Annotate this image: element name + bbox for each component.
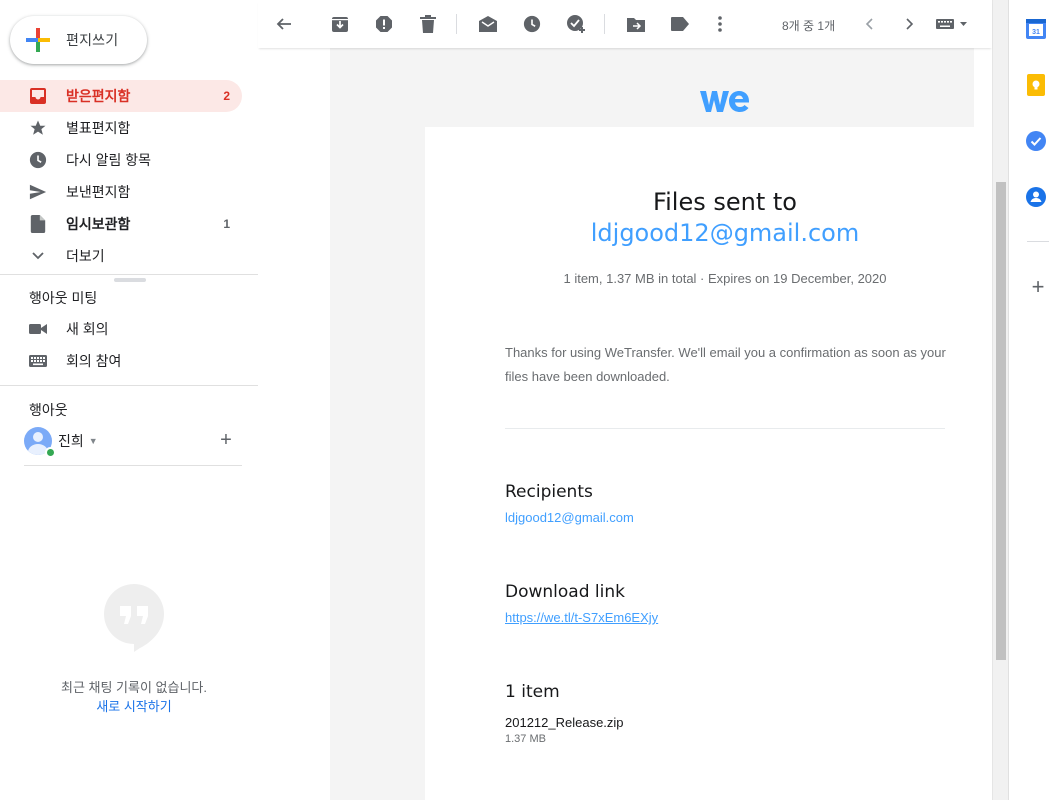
- star-icon: [28, 118, 48, 138]
- hangouts-divider: [24, 465, 242, 466]
- nav-label-drafts: 임시보관함: [66, 216, 131, 232]
- back-arrow-icon[interactable]: [274, 14, 294, 34]
- nav-item-drafts[interactable]: 임시보관함 1: [0, 208, 242, 240]
- drafts-count: 1: [223, 217, 230, 231]
- video-camera-icon: [28, 319, 48, 339]
- recipients-email[interactable]: ldjgood12@gmail.com: [505, 510, 634, 525]
- report-spam-icon[interactable]: [374, 14, 394, 34]
- nav-label-inbox: 받은편지함: [66, 88, 131, 104]
- download-link-heading: Download link: [505, 582, 625, 602]
- start-new-chat-link[interactable]: 새로 시작하기: [0, 696, 268, 715]
- hangouts-section-title: 행아웃: [29, 402, 68, 418]
- meet-divider: [0, 385, 258, 386]
- meet-section-title: 행아웃 미팅: [29, 290, 98, 306]
- keep-icon[interactable]: [1025, 74, 1047, 96]
- toolbar-separator: [604, 14, 605, 34]
- nav-label-more: 더보기: [66, 248, 105, 264]
- wetransfer-email-background: Files sent to ldjgood12@gmail.com 1 item…: [330, 48, 992, 800]
- new-meeting-label: 새 회의: [66, 321, 109, 337]
- mail-nav: 받은편지함 2 별표편지함 다시 알림 항목 보낸편지함 임시보관함 1 더보기: [0, 80, 258, 272]
- user-name: 진희: [58, 433, 84, 449]
- nav-item-sent[interactable]: 보낸편지함: [0, 176, 242, 208]
- transfer-card: Files sent to ldjgood12@gmail.com 1 item…: [425, 127, 992, 800]
- delete-icon[interactable]: [418, 14, 438, 34]
- online-status-icon: [45, 447, 56, 458]
- email-title: Files sent to: [653, 188, 797, 216]
- chevron-down-icon: [28, 246, 48, 266]
- snooze-icon[interactable]: [522, 14, 542, 34]
- chevron-right-icon[interactable]: [899, 14, 919, 34]
- left-sidebar: 편지쓰기 받은편지함 2 별표편지함 다시 알림 항목 보낸편지함 임시보관함 …: [0, 0, 258, 800]
- nav-label-starred: 별표편지함: [66, 120, 131, 136]
- resize-handle[interactable]: [114, 278, 146, 282]
- svg-text:31: 31: [1032, 29, 1040, 36]
- label-icon[interactable]: [670, 14, 690, 34]
- tasks-icon[interactable]: [1025, 130, 1047, 152]
- send-icon: [28, 182, 48, 202]
- draft-icon: [28, 214, 48, 234]
- inbox-icon: [28, 86, 48, 106]
- join-meeting-item[interactable]: 회의 참여: [0, 345, 242, 377]
- inbox-count: 2: [223, 89, 230, 103]
- input-tools-keyboard-icon[interactable]: [936, 14, 970, 34]
- mark-unread-icon[interactable]: [478, 14, 498, 34]
- side-panel: 31 +: [1008, 0, 1064, 800]
- nav-item-more[interactable]: 더보기: [0, 240, 242, 272]
- join-meeting-label: 회의 참여: [66, 353, 122, 369]
- archive-icon[interactable]: [330, 14, 350, 34]
- nav-item-inbox[interactable]: 받은편지함 2: [0, 80, 242, 112]
- get-addons-plus-icon[interactable]: +: [1027, 274, 1049, 299]
- confirmation-message: Thanks for using WeTransfer. We'll email…: [505, 345, 946, 384]
- nav-label-sent: 보낸편지함: [66, 184, 131, 200]
- clock-icon: [28, 150, 48, 170]
- more-vert-icon[interactable]: [710, 14, 730, 34]
- items-heading: 1 item: [505, 682, 560, 702]
- nav-divider: [0, 274, 258, 275]
- hangouts-user[interactable]: 진희 ▼: [24, 426, 242, 456]
- file-size: 1.37 MB: [505, 733, 546, 745]
- transfer-summary: 1 item, 1.37 MB in total · Expires on 19…: [563, 271, 887, 286]
- recipient-email-heading[interactable]: ldjgood12@gmail.com: [425, 219, 992, 247]
- calendar-icon[interactable]: 31: [1025, 18, 1047, 40]
- caret-down-icon: ▼: [88, 436, 98, 446]
- nav-item-snoozed[interactable]: 다시 알림 항목: [0, 144, 242, 176]
- compose-plus-icon: [26, 28, 50, 52]
- scrollbar-thumb[interactable]: [996, 182, 1006, 660]
- chevron-left-icon[interactable]: [860, 14, 880, 34]
- nav-label-snoozed: 다시 알림 항목: [66, 152, 152, 168]
- no-chat-history-text: 최근 채팅 기록이 없습니다.: [60, 680, 207, 695]
- move-to-icon[interactable]: [626, 14, 646, 34]
- recipients-heading: Recipients: [505, 482, 593, 502]
- keyboard-icon: [28, 351, 48, 371]
- add-icon[interactable]: +: [216, 430, 236, 450]
- wetransfer-logo: [700, 88, 750, 114]
- card-divider: [505, 428, 945, 429]
- pagination-text: 8개 중 1개: [782, 19, 836, 33]
- chat-bubble-icon: [104, 584, 164, 656]
- message-toolbar: 8개 중 1개: [258, 0, 992, 48]
- gmail-window: 편지쓰기 받은편지함 2 별표편지함 다시 알림 항목 보낸편지함 임시보관함 …: [0, 0, 1064, 800]
- toolbar-separator: [456, 14, 457, 34]
- message-body: Files sent to ldjgood12@gmail.com 1 item…: [258, 48, 992, 800]
- compose-button[interactable]: 편지쓰기: [10, 16, 147, 64]
- compose-label: 편지쓰기: [66, 32, 119, 48]
- file-name: 201212_Release.zip: [505, 715, 624, 730]
- side-panel-divider: [1027, 241, 1049, 242]
- add-to-tasks-icon[interactable]: [566, 14, 586, 34]
- new-meeting-item[interactable]: 새 회의: [0, 313, 242, 345]
- contacts-icon[interactable]: [1025, 186, 1047, 208]
- nav-item-starred[interactable]: 별표편지함: [0, 112, 242, 144]
- download-link[interactable]: https://we.tl/t-S7xEm6EXjy: [505, 610, 658, 625]
